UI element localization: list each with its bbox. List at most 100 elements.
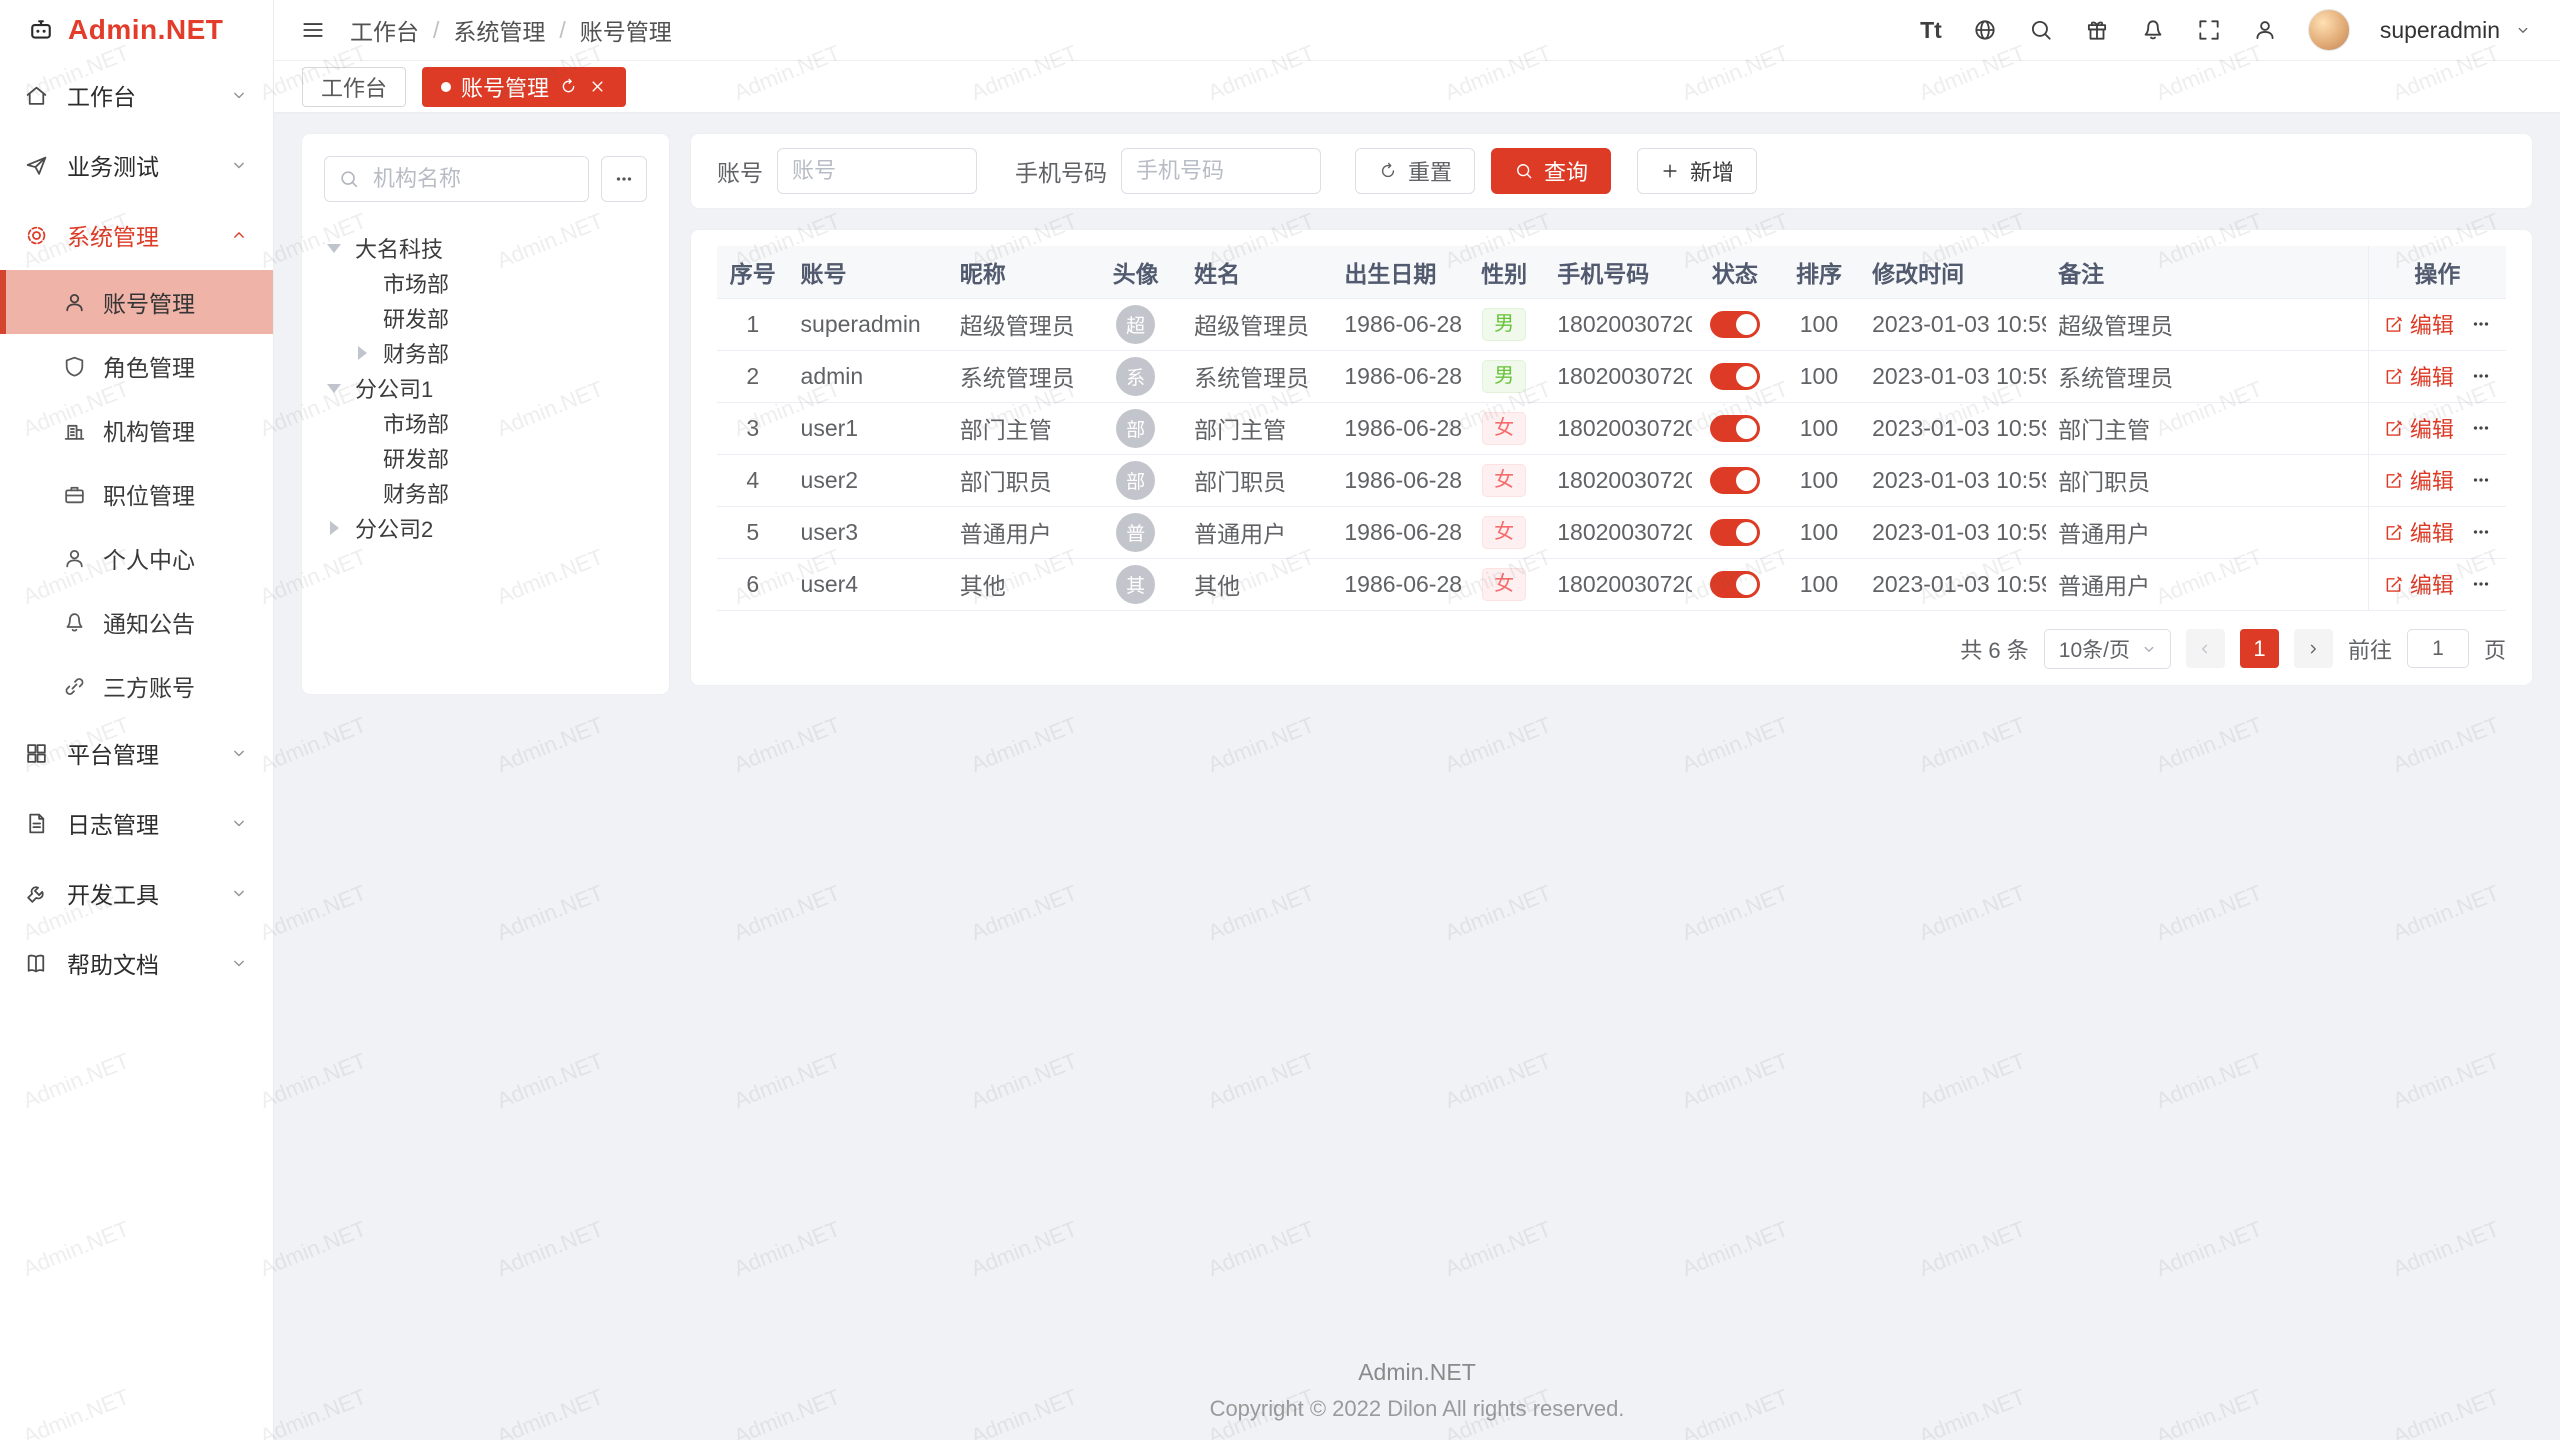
query-form: 账号 手机号码 重置 查询 新增 (691, 134, 2532, 208)
font-size-icon[interactable]: Tt (1920, 17, 1942, 44)
sidebar-subitem-1[interactable]: 角色管理 (0, 334, 273, 398)
gender-tag: 女 (1482, 464, 1526, 497)
tree-caret-icon[interactable] (327, 521, 355, 535)
tab-label: 账号管理 (461, 71, 549, 103)
tree-caret-icon[interactable] (355, 346, 383, 360)
tab-refresh-icon[interactable] (559, 77, 578, 96)
hamburger-menu-icon[interactable] (300, 17, 326, 43)
sidebar-item-3[interactable]: 平台管理 (0, 718, 273, 788)
app-logo[interactable]: Admin.NET (0, 0, 273, 60)
status-toggle[interactable] (1710, 571, 1760, 598)
online-user-icon[interactable] (2252, 17, 2278, 43)
tree-node[interactable]: 市场部 (324, 265, 647, 300)
tree-node[interactable]: 财务部 (324, 335, 647, 370)
edit-icon (2383, 522, 2404, 543)
tree-node[interactable]: 分公司1 (324, 370, 647, 405)
chevron-down-icon[interactable] (2514, 21, 2532, 39)
goto-page-input[interactable] (2407, 629, 2469, 668)
page-number-button[interactable]: 1 (2240, 629, 2279, 668)
cell-avatar: 其 (1089, 558, 1182, 610)
search-icon[interactable] (2028, 17, 2054, 43)
row-more-button[interactable] (2470, 365, 2492, 387)
gender-tag: 男 (1482, 360, 1526, 393)
status-toggle[interactable] (1710, 467, 1760, 494)
sidebar-subitem-2[interactable]: 机构管理 (0, 398, 273, 462)
query-button[interactable]: 查询 (1491, 148, 1611, 194)
sidebar-item-1[interactable]: 业务测试 (0, 130, 273, 200)
tab-item[interactable]: 工作台 (302, 67, 406, 107)
row-more-button[interactable] (2470, 573, 2492, 595)
prev-page-button[interactable] (2186, 629, 2225, 668)
edit-icon (2383, 366, 2404, 387)
cell-status (1692, 402, 1778, 454)
status-toggle[interactable] (1710, 363, 1760, 390)
breadcrumb-item[interactable]: 工作台 (350, 13, 419, 47)
table-row: 6user4其他其其他1986-06-28女180200307201002023… (717, 558, 2506, 610)
cell-birthdate: 1986-06-28 (1332, 506, 1463, 558)
tree-caret-icon[interactable] (327, 376, 355, 400)
toggle-knob (1736, 418, 1757, 439)
edit-button[interactable]: 编辑 (2383, 308, 2454, 340)
cell-modified-time: 2023-01-03 10:59:44 (1860, 298, 2046, 350)
sidebar-item-4[interactable]: 日志管理 (0, 788, 273, 858)
sidebar-item-2[interactable]: 系统管理 (0, 200, 273, 270)
cell-actions: 编辑 (2368, 350, 2506, 402)
cell-actions: 编辑 (2368, 298, 2506, 350)
sidebar-subitem-label: 个人中心 (103, 541, 195, 575)
phone-label: 手机号码 (1015, 154, 1107, 188)
sidebar-subitem-3[interactable]: 职位管理 (0, 462, 273, 526)
edit-button[interactable]: 编辑 (2383, 568, 2454, 600)
row-more-button[interactable] (2470, 469, 2492, 491)
sidebar-subitem-4[interactable]: 个人中心 (0, 526, 273, 590)
account-input[interactable] (777, 148, 977, 194)
add-button[interactable]: 新增 (1637, 148, 1757, 194)
sidebar-item-5[interactable]: 开发工具 (0, 858, 273, 928)
status-toggle[interactable] (1710, 415, 1760, 442)
edit-button[interactable]: 编辑 (2383, 516, 2454, 548)
tree-caret-icon[interactable] (327, 236, 355, 260)
tab-active[interactable]: 账号管理 (422, 67, 626, 107)
row-more-button[interactable] (2470, 521, 2492, 543)
tab-close-icon[interactable] (588, 77, 607, 96)
edit-icon (2383, 470, 2404, 491)
status-toggle[interactable] (1710, 519, 1760, 546)
chevron-down-icon (229, 85, 249, 105)
cell-phone: 18020030720 (1545, 506, 1692, 558)
tree-node[interactable]: 分公司2 (324, 510, 647, 545)
phone-input[interactable] (1121, 148, 1321, 194)
tree-node[interactable]: 大名科技 (324, 230, 647, 265)
username-label[interactable]: superadmin (2380, 17, 2500, 44)
cell-status (1692, 454, 1778, 506)
user-avatar[interactable] (2308, 9, 2350, 51)
pagination-total: 共 6 条 (1960, 633, 2028, 665)
gift-icon[interactable] (2084, 17, 2110, 43)
edit-button[interactable]: 编辑 (2383, 412, 2454, 444)
language-icon[interactable] (1972, 17, 1998, 43)
tree-more-button[interactable] (601, 156, 647, 202)
fullscreen-icon[interactable] (2196, 17, 2222, 43)
next-page-button[interactable] (2294, 629, 2333, 668)
tree-node[interactable]: 研发部 (324, 300, 647, 335)
breadcrumb-item[interactable]: 系统管理 (453, 13, 545, 47)
tree-node[interactable]: 研发部 (324, 440, 647, 475)
row-more-button[interactable] (2470, 313, 2492, 335)
notification-bell-icon[interactable] (2140, 17, 2166, 43)
org-search-input[interactable] (324, 156, 589, 202)
cell-index: 2 (717, 350, 789, 402)
sidebar-item-0[interactable]: 工作台 (0, 60, 273, 130)
cell-remark: 系统管理员 (2046, 350, 2368, 402)
page-size-select[interactable]: 10条/页 (2044, 629, 2171, 669)
breadcrumb-separator: / (559, 17, 565, 44)
reset-button[interactable]: 重置 (1355, 148, 1475, 194)
status-toggle[interactable] (1710, 311, 1760, 338)
sidebar-subitem-0[interactable]: 账号管理 (0, 270, 273, 334)
tree-node[interactable]: 市场部 (324, 405, 647, 440)
cell-birthdate: 1986-06-28 (1332, 454, 1463, 506)
sidebar-subitem-6[interactable]: 三方账号 (0, 654, 273, 718)
row-more-button[interactable] (2470, 417, 2492, 439)
sidebar-subitem-5[interactable]: 通知公告 (0, 590, 273, 654)
tree-node[interactable]: 财务部 (324, 475, 647, 510)
sidebar-item-6[interactable]: 帮助文档 (0, 928, 273, 998)
edit-button[interactable]: 编辑 (2383, 464, 2454, 496)
edit-button[interactable]: 编辑 (2383, 360, 2454, 392)
